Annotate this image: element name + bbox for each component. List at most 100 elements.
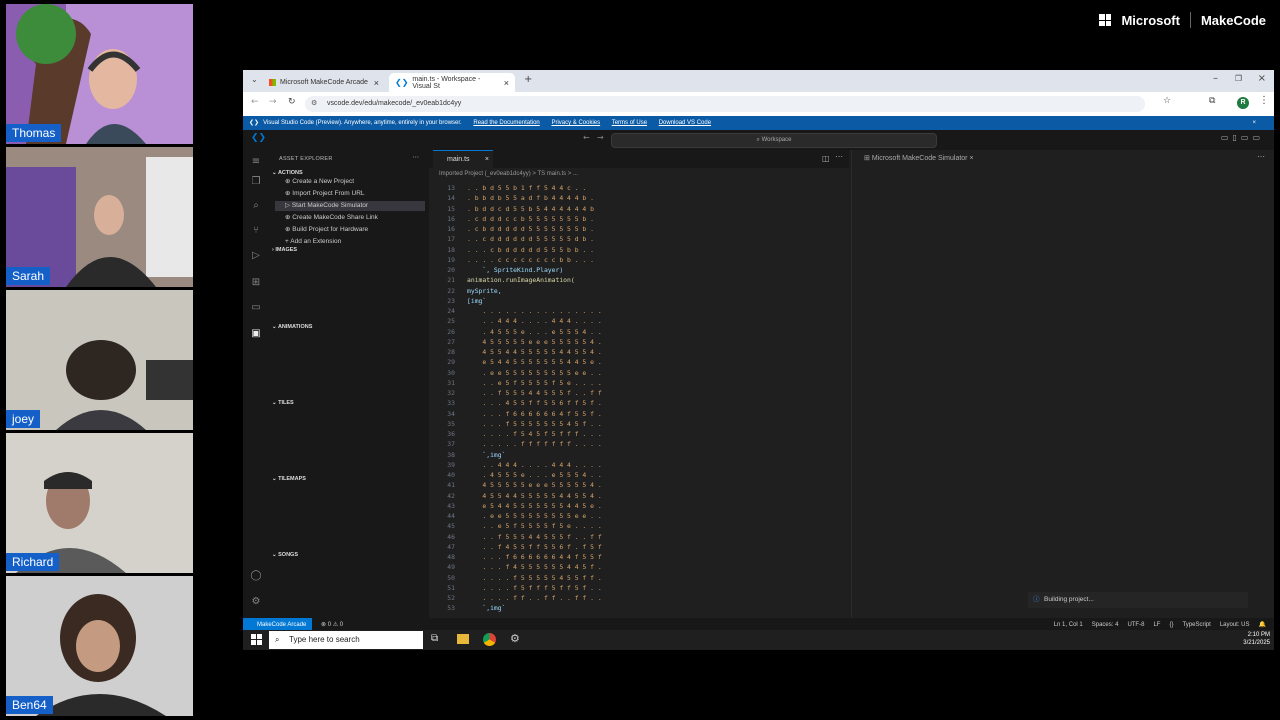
code-line[interactable]: 53 `,img` (429, 603, 789, 613)
code-line[interactable]: 30 . e e 5 5 5 5 5 5 5 5 5 e e . . (429, 368, 789, 378)
reload-icon[interactable]: ↻ (288, 97, 296, 107)
code-line[interactable]: 26 . 4 5 5 5 e . . . e 5 5 5 4 . . (429, 327, 789, 337)
code-line[interactable]: 17 . . c d d d d d d 5 5 5 5 5 d b . (429, 234, 789, 244)
code-line[interactable]: 40 . 4 5 5 5 e . . . e 5 5 5 4 . . (429, 470, 789, 480)
browser-tab-makecode[interactable]: Microsoft MakeCode Arcade × (263, 73, 385, 92)
section-tilemaps[interactable]: ⌄ TILEMAPS (272, 476, 306, 482)
action-share-link[interactable]: ⊕ Create MakeCode Share Link (275, 213, 425, 223)
code-line[interactable]: 45 . . e 5 f 5 5 5 5 f 5 e . . . . (429, 521, 789, 531)
browser-tab-vscode[interactable]: ❮❯ main.ts - Workspace - Visual St × (389, 73, 515, 92)
layout-icons[interactable]: ▭▯▭▭ (1221, 133, 1264, 142)
explorer-icon[interactable]: ❐ (250, 176, 262, 188)
settings-gear-icon[interactable]: ⚙ (250, 596, 262, 608)
link-download[interactable]: Download VS Code (659, 120, 711, 126)
close-icon[interactable]: × (969, 155, 973, 162)
link-privacy[interactable]: Privacy & Cookies (551, 120, 600, 126)
windows-start-icon[interactable] (251, 634, 262, 645)
bookmark-star-icon[interactable]: ☆ (1163, 96, 1171, 106)
section-tiles[interactable]: ⌄ TILES (272, 400, 294, 406)
close-icon[interactable]: × (485, 151, 489, 169)
code-line[interactable]: 37 . . . . . f f f f f f f . . . . (429, 439, 789, 449)
code-line[interactable]: 31 . . e 5 f 5 5 5 5 f 5 e . . . . (429, 378, 789, 388)
code-line[interactable]: 42 4 5 5 4 4 5 5 5 5 5 4 4 5 5 4 . (429, 491, 789, 501)
command-search[interactable]: ⌕ Workspace (611, 133, 937, 148)
split-editor-icon[interactable]: ◫ (822, 154, 830, 163)
extensions-icon[interactable]: ⊞ (250, 277, 262, 289)
code-line[interactable]: 52 . . . . f f . . f f . . f f . . (429, 593, 789, 603)
code-line[interactable]: 43 e 5 4 4 5 5 5 5 5 5 5 4 4 5 e . (429, 501, 789, 511)
more-actions-icon[interactable]: ⋯ (1257, 152, 1265, 161)
section-animations[interactable]: ⌄ ANIMATIONS (272, 324, 312, 330)
code-lines[interactable]: 13 . . b d 5 5 b 1 f f 5 4 4 c . . 14 . b b… (429, 183, 789, 614)
restore-icon[interactable]: ❐ (1235, 74, 1242, 83)
taskbar-clock[interactable]: 2:10 PM 3/21/2025 (1243, 631, 1270, 647)
window-close-icon[interactable]: × (1258, 73, 1266, 84)
code-line[interactable]: 49 . . . f 4 5 5 5 5 5 5 4 4 5 f . (429, 562, 789, 572)
browser-menu-icon[interactable]: ⋮ (1259, 95, 1269, 106)
more-actions-icon[interactable]: ⋯ (413, 153, 420, 161)
code-line[interactable]: 41 4 5 5 5 5 5 e e e 5 5 5 5 5 4 . (429, 480, 789, 490)
remote-icon[interactable]: ▭ (250, 302, 262, 314)
code-line[interactable]: 34 . . . f 6 6 6 6 6 6 4 f 5 5 f . (429, 409, 789, 419)
code-line[interactable]: 25 . . 4 4 4 . . . . 4 4 4 . . . . (429, 316, 789, 326)
chrome-icon[interactable] (483, 633, 496, 646)
task-view-icon[interactable]: ⧉ (431, 633, 438, 644)
site-info-icon[interactable]: ⚙ (311, 96, 317, 112)
code-line[interactable]: 50 . . . . f 5 5 5 5 5 4 5 5 f f . (429, 573, 789, 583)
action-start-simulator[interactable]: ▷ Start MakeCode Simulator (275, 201, 425, 211)
menu-icon[interactable]: ≡ (250, 156, 262, 168)
code-line[interactable]: 35 . . . f 5 5 5 5 5 5 5 4 5 f . . (429, 419, 789, 429)
action-build-hardware[interactable]: ⊕ Build Project for Hardware (275, 225, 425, 235)
link-docs[interactable]: Read the Documentation (473, 120, 539, 126)
tab-search-icon[interactable]: ⌄ (251, 75, 258, 84)
code-line[interactable]: 18 . . . c b d d d d d 5 5 5 b b . . (429, 245, 789, 255)
code-line[interactable]: 22 mySprite, (429, 286, 789, 296)
code-line[interactable]: 28 4 5 5 4 4 5 5 5 5 5 4 4 5 5 4 . (429, 347, 789, 357)
action-create-project[interactable]: ⊕ Create a New Project (275, 177, 425, 187)
more-actions-icon[interactable]: ⋯ (835, 152, 843, 161)
source-control-icon[interactable]: ⑂ (250, 225, 262, 237)
code-line[interactable]: 16 . c d d d c c b 5 5 5 5 5 5 5 b . (429, 214, 789, 224)
url-field[interactable]: ⚙ vscode.dev/edu/makecode/_ev0eab1dc4yy (305, 96, 1145, 112)
code-line[interactable]: 38 `,img` (429, 450, 789, 460)
code-line[interactable]: 14 . b b d b 5 5 a d f b 4 4 4 4 b . (429, 193, 789, 203)
tab-main-ts[interactable]: main.ts × (433, 150, 493, 168)
action-import-url[interactable]: ⊕ Import Project From URL (275, 189, 425, 199)
forward-icon[interactable]: → (269, 97, 277, 107)
minimize-icon[interactable]: – (1213, 73, 1218, 84)
close-icon[interactable]: × (374, 78, 379, 88)
profile-avatar[interactable]: R (1237, 97, 1249, 109)
action-add-extension[interactable]: + Add an Extension (275, 237, 425, 247)
taskbar-search[interactable]: ⌕ Type here to search (269, 631, 423, 649)
extensions-icon[interactable]: ⧉ (1209, 96, 1215, 106)
link-terms[interactable]: Terms of Use (612, 120, 647, 126)
code-line[interactable]: 51 . . . . f 5 f f f 5 f f 5 f . . (429, 583, 789, 593)
code-line[interactable]: 21 animation.runImageAnimation( (429, 275, 789, 285)
section-songs[interactable]: ⌄ SONGS (272, 552, 298, 558)
code-line[interactable]: 20 `, SpriteKind.Player) (429, 265, 789, 275)
search-icon[interactable]: ⌕ (250, 200, 262, 212)
close-icon[interactable]: × (1252, 116, 1256, 130)
breadcrumb[interactable]: Imported Project (_ev0eab1dc4yy) > TS ma… (439, 171, 578, 177)
file-explorer-icon[interactable] (457, 634, 469, 644)
code-line[interactable]: 24 . . . . . . . . . . . . . . . . (429, 306, 789, 316)
nav-back-icon[interactable]: ← (583, 133, 590, 142)
code-line[interactable]: 16 . c b d d d d d 5 5 5 5 5 5 5 b . (429, 224, 789, 234)
code-line[interactable]: 46 . . f 5 5 5 4 4 5 5 5 f . . f f (429, 532, 789, 542)
code-line[interactable]: 47 . . f 4 5 5 f f 5 5 6 f . f 5 f (429, 542, 789, 552)
makecode-icon[interactable]: ▣ (250, 328, 262, 340)
app-icon[interactable]: ⚙ (510, 632, 520, 645)
code-line[interactable]: 32 . . f 5 5 5 4 4 5 5 5 f . . f f (429, 388, 789, 398)
section-actions[interactable]: ⌄ ACTIONS (272, 170, 303, 176)
code-line[interactable]: 36 . . . . f 5 4 5 f 5 f f f . . . (429, 429, 789, 439)
account-icon[interactable]: ◯ (250, 570, 262, 582)
code-line[interactable]: 15 . b d d c d 5 5 b 5 4 4 4 4 4 4 b (429, 204, 789, 214)
nav-forward-icon[interactable]: → (597, 133, 604, 142)
code-line[interactable]: 27 4 5 5 5 5 5 e e e 5 5 5 5 5 4 . (429, 337, 789, 347)
code-line[interactable]: 48 . . . f 6 6 6 6 6 6 4 4 f 5 5 f (429, 552, 789, 562)
code-line[interactable]: 44 . e e 5 5 5 5 5 5 5 5 5 e e . . (429, 511, 789, 521)
section-images[interactable]: › IMAGES (272, 247, 297, 253)
new-tab-icon[interactable]: + (524, 74, 532, 85)
back-icon[interactable]: ← (251, 97, 259, 107)
close-icon[interactable]: × (504, 78, 509, 88)
